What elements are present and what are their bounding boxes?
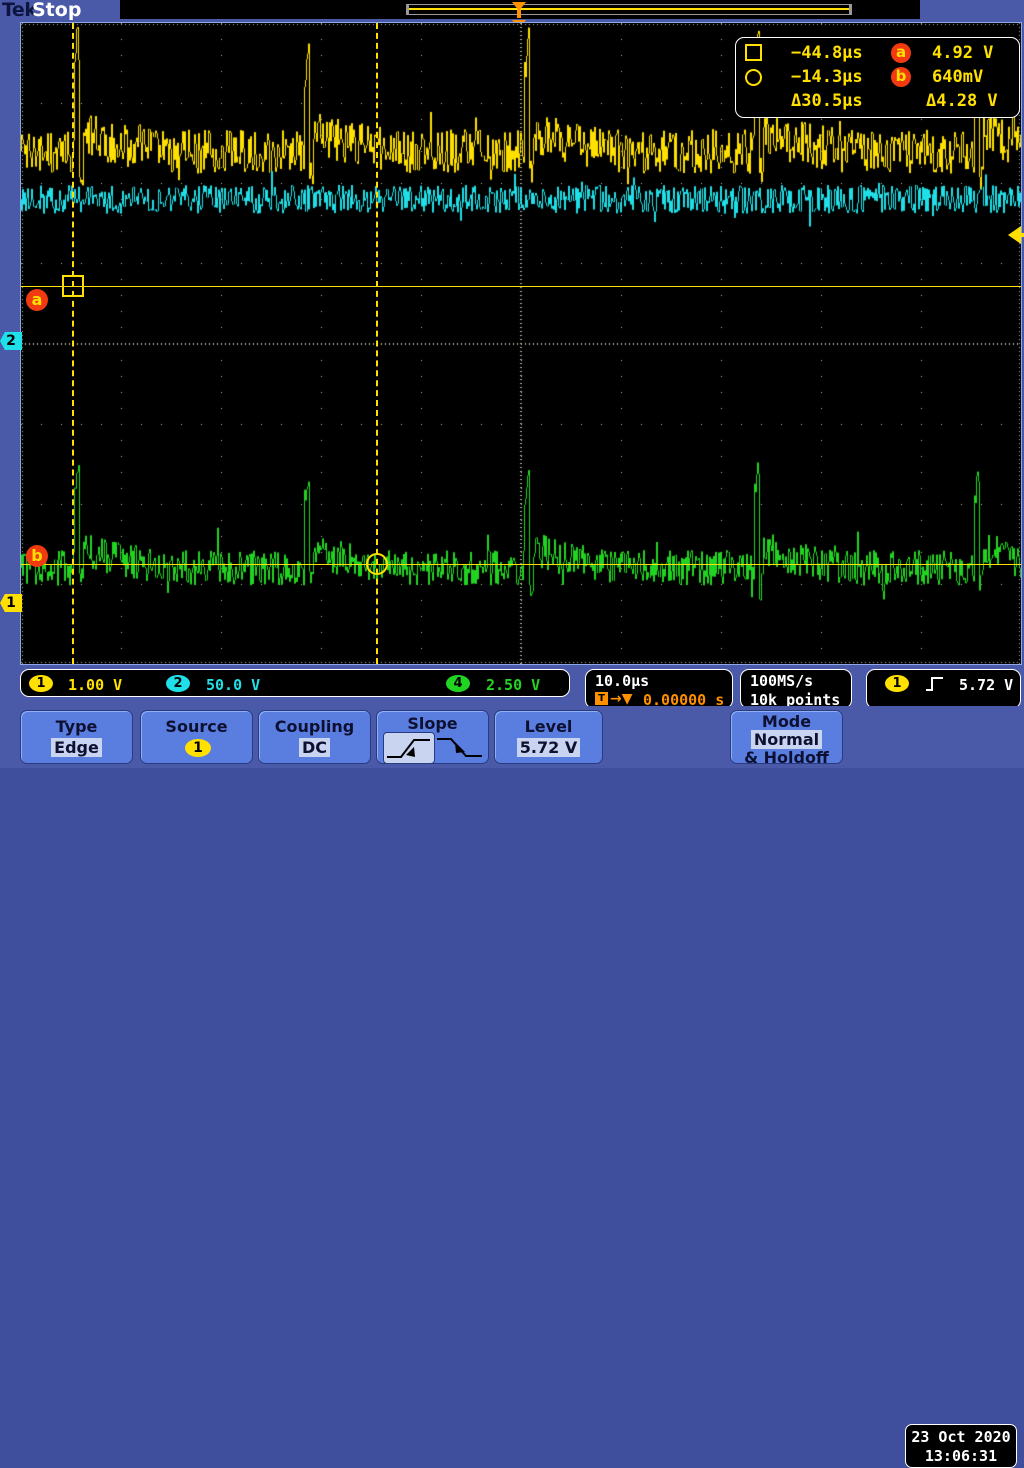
cursor-a-time: −44.8µs [791,43,863,63]
trigger-position-icon: T [595,692,608,705]
menu-button-source[interactable]: Source 1 [140,710,253,764]
waveform-traces [21,23,1021,664]
menu-value-type: Edge [21,738,132,757]
readout-strip: 1 1.00 V 2 50.0 V 4 2.50 V 10.0µs T →▼ 0… [0,665,1024,709]
menu-value-source: 1 [185,739,211,757]
cursor-b-badge: b [26,545,48,567]
cursor-delta-voltage: Δ4.28 V [926,91,998,111]
menu-label-source: Source [165,717,228,736]
trigger-level-stem [1016,233,1024,237]
timebase-box[interactable]: 10.0µs T →▼ 0.00000 s [585,669,733,709]
acquisition-status: Stop [32,0,82,21]
menu-button-slope[interactable]: Slope [376,710,489,764]
menu-button-type[interactable]: Type Edge [20,710,133,764]
circle-cursor-handle[interactable] [366,553,388,575]
channel-4-scale: 2.50 V [486,676,541,694]
menu-value-coupling: DC [259,738,370,757]
trigger-source-pill[interactable]: 1 [885,675,909,692]
menu-button-level[interactable]: Level 5.72 V [494,710,603,764]
bottom-menu-bar: Type Edge Source 1 Coupling DC Slope Lev… [0,706,1024,1468]
acquisition-box[interactable]: 100MS/s 10k points [740,669,852,709]
clock-date: 23 Oct 2020 [911,1428,1011,1446]
channel-readout-box[interactable]: 1 1.00 V 2 50.0 V 4 2.50 V [20,669,570,697]
cursor-b-voltage: 640mV [932,67,984,87]
menu-label-type: Type [55,717,98,736]
menu-value-level: 5.72 V [495,738,602,757]
cursor-delta-time: Δ30.5µs [791,91,863,111]
trigger-level-value: 5.72 V [959,676,1014,694]
circle-cursor-icon [745,69,762,86]
horizontal-cursor-a[interactable] [21,286,1021,287]
readout-badge-b: b [891,67,911,87]
channel-1-scale: 1.00 V [68,676,123,694]
vertical-cursor-a[interactable] [72,23,74,664]
readout-badge-a: a [891,43,911,63]
square-cursor-handle[interactable] [62,275,84,297]
slope-rising-option[interactable] [383,732,435,764]
sample-rate: 100MS/s [750,672,814,690]
timebase-scale: 10.0µs [595,672,650,690]
channel-4-pill[interactable]: 4 [446,675,470,692]
cursor-a-voltage: 4.92 V [932,43,994,63]
menu-button-mode[interactable]: Mode Normal & Holdoff [730,710,843,767]
menu-label-slope: Slope [407,714,458,733]
trigger-box[interactable]: 1 5.72 V [866,669,1021,709]
waveform-graticule[interactable]: a b [20,22,1022,665]
header-bar: Tek Stop [0,0,1024,40]
oscilloscope-screen: Tek Stop a b −44.8µs −14.3µs Δ30.5µs a b… [0,0,1024,1468]
menu-value-holdoff: & Holdoff [744,748,829,767]
slope-falling-option[interactable] [435,732,487,764]
channel-1-pill[interactable]: 1 [29,675,53,692]
menu-value-mode: Normal [731,730,842,749]
menu-label-mode: Mode [761,712,812,731]
menu-label-coupling: Coupling [274,717,355,736]
clock-box: 23 Oct 2020 13:06:31 [905,1424,1017,1468]
menu-label-level: Level [524,717,573,736]
clock-time: 13:06:31 [924,1447,998,1465]
zoom-window-bracket[interactable] [406,4,852,15]
cursor-a-badge: a [26,289,48,311]
rising-edge-icon [926,677,943,691]
channel-2-pill[interactable]: 2 [166,675,190,692]
horizontal-cursor-b[interactable] [21,564,1021,565]
trigger-position-arrow-icon: →▼ [610,691,633,707]
cursor-b-time: −14.3µs [791,67,863,87]
cursor-measurement-box[interactable]: −44.8µs −14.3µs Δ30.5µs a b 4.92 V 640mV… [735,37,1020,118]
menu-button-coupling[interactable]: Coupling DC [258,710,371,764]
channel-2-scale: 50.0 V [206,676,261,694]
square-cursor-icon [745,44,762,61]
trigger-position-stem-top [517,10,521,18]
